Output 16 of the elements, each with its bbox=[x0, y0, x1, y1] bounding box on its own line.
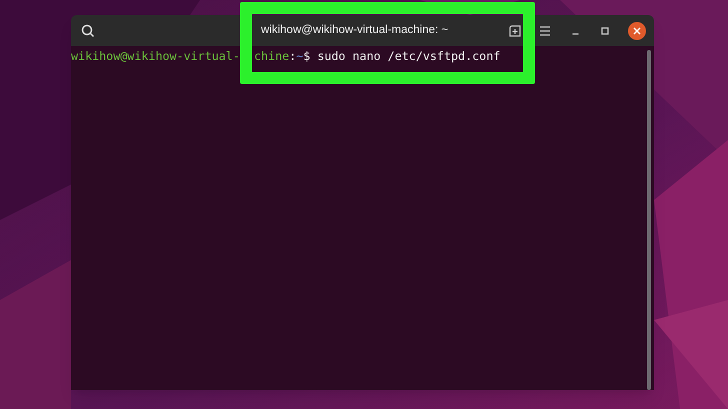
window-title: wikihow@wikihow-virtual-machine: ~ bbox=[261, 22, 448, 38]
prompt-path: ~ bbox=[296, 48, 304, 65]
prompt-separator: : bbox=[289, 48, 296, 65]
search-button[interactable] bbox=[80, 22, 96, 38]
terminal-command: sudo nano /etc/vsftpd.conf bbox=[317, 48, 500, 65]
new-tab-button[interactable] bbox=[508, 24, 522, 38]
close-button[interactable] bbox=[628, 22, 646, 40]
prompt-user: wikihow@wikihow-virtual- bbox=[71, 48, 240, 65]
menu-button[interactable] bbox=[538, 24, 552, 38]
prompt-symbol: $ bbox=[303, 48, 310, 65]
prompt-host: chine bbox=[254, 48, 290, 65]
close-icon bbox=[633, 26, 641, 34]
minimize-icon bbox=[572, 32, 578, 34]
menu-icon bbox=[539, 26, 551, 36]
maximize-icon bbox=[600, 26, 610, 36]
new-tab-icon bbox=[509, 24, 521, 36]
